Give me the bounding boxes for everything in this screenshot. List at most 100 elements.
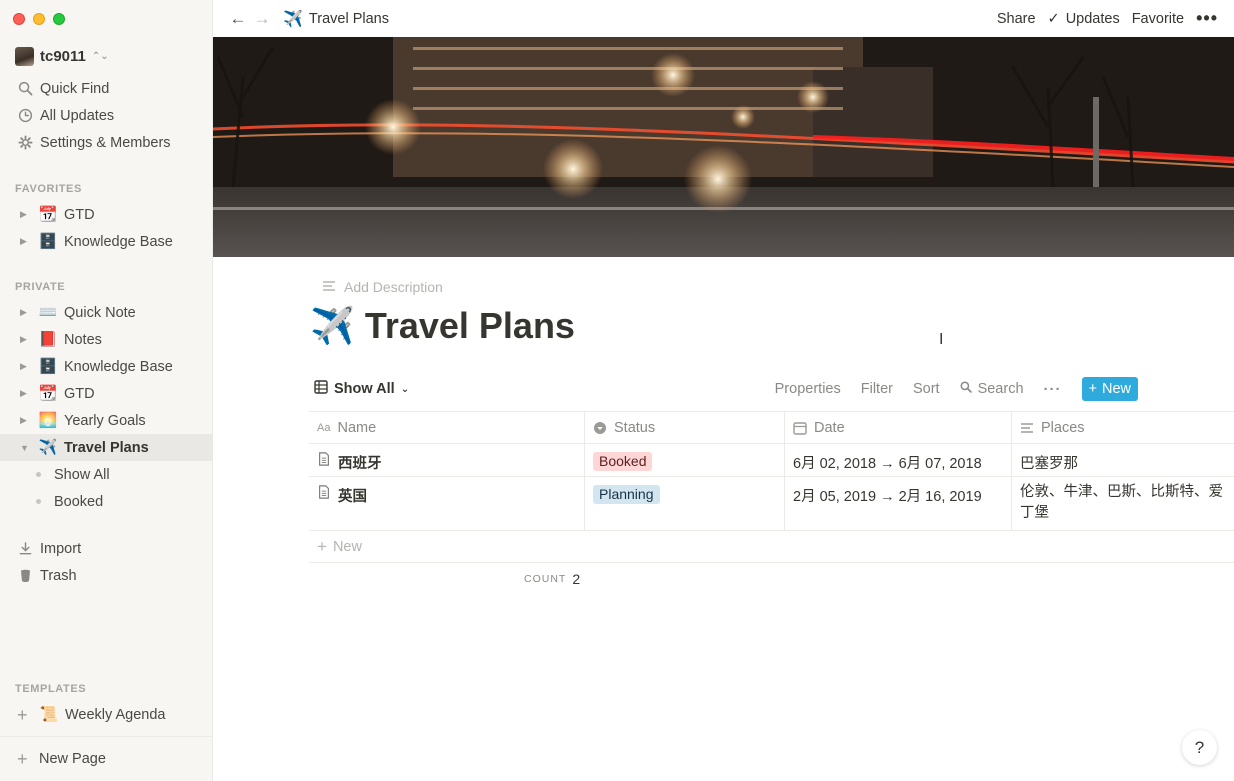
sidebar-subitem-show-all[interactable]: Show All	[0, 461, 213, 488]
settings-members-button[interactable]: Settings & Members	[0, 129, 213, 156]
search-label: Search	[977, 381, 1024, 397]
text-property-icon: Aa	[317, 421, 331, 434]
expand-triangle-icon[interactable]: ▶	[20, 415, 30, 426]
date-value: 2月 05, 2019 → 2月 16, 2019	[793, 489, 982, 505]
avatar	[15, 46, 34, 66]
sidebar-item-gtd[interactable]: ▶ 📆 GTD	[0, 380, 213, 407]
date-cell[interactable]: 2月 05, 2019 → 2月 16, 2019	[785, 477, 1012, 530]
table-row[interactable]: 英国 Planning 2月 05, 2019 → 2月 16, 2019 伦敦…	[309, 477, 1234, 531]
column-header-date[interactable]: Date	[785, 412, 1012, 443]
search-button[interactable]: Search	[960, 381, 1024, 397]
sidebar-item-label: Quick Note	[64, 304, 136, 321]
sidebar-item-quick-note[interactable]: ▶ ⌨️ Quick Note	[0, 299, 213, 326]
status-cell[interactable]: Planning	[585, 477, 785, 530]
collapse-triangle-icon[interactable]: ▼	[20, 443, 30, 453]
workspace-switcher[interactable]: tc9011 ⌃⌄	[15, 46, 109, 66]
count-summary[interactable]: COUNT 2	[524, 571, 580, 587]
trash-icon	[17, 568, 33, 584]
text-lines-icon	[1020, 421, 1034, 435]
expand-triangle-icon[interactable]: ▶	[20, 307, 30, 318]
share-button[interactable]: Share	[997, 11, 1036, 27]
places-value: 伦敦、牛津、巴斯、比斯特、爱丁堡	[1020, 484, 1223, 521]
sidebar-item-gtd-favorite[interactable]: ▶ 📆 GTD	[0, 201, 213, 228]
sidebar-item-label: Weekly Agenda	[65, 706, 166, 723]
airplane-icon[interactable]: ✈️	[310, 305, 355, 347]
zoom-window-button[interactable]	[53, 13, 65, 25]
trash-button[interactable]: Trash	[0, 562, 213, 589]
breadcrumb-title: Travel Plans	[308, 10, 389, 27]
add-description-button[interactable]: Add Description	[322, 279, 443, 295]
calendar-icon: 📆	[38, 385, 58, 402]
name-cell[interactable]: 西班牙	[309, 444, 585, 476]
calendar-icon: 📆	[38, 206, 58, 223]
sidebar-item-weekly-agenda[interactable]: + 📜 Weekly Agenda	[0, 701, 213, 728]
sidebar-item-label: GTD	[64, 206, 95, 223]
plus-icon[interactable]: +	[17, 706, 31, 724]
table-icon	[314, 380, 328, 398]
minimize-window-button[interactable]	[33, 13, 45, 25]
sidebar-item-yearly-goals[interactable]: ▶ 🌅 Yearly Goals	[0, 407, 213, 434]
bullet-icon	[36, 499, 41, 504]
forward-arrow-icon[interactable]: →	[251, 9, 273, 29]
sidebar-item-label: Quick Find	[40, 80, 110, 97]
more-options-button[interactable]: ···	[1044, 381, 1062, 398]
expand-triangle-icon[interactable]: ▶	[20, 334, 30, 345]
column-header-places[interactable]: Places	[1012, 412, 1234, 443]
favorite-button[interactable]: Favorite	[1132, 11, 1184, 27]
properties-button[interactable]: Properties	[775, 381, 841, 397]
workspace-name: tc9011	[40, 47, 86, 65]
page-title[interactable]: ✈️ Travel Plans	[310, 305, 575, 347]
airplane-icon: ✈️	[283, 10, 303, 28]
add-row-button[interactable]: + New	[309, 532, 1234, 563]
database-table: Aa Name Status Date Places 西班牙 Booked 6月…	[309, 411, 1234, 531]
sidebar-item-travel-plans[interactable]: ▼ ✈️ Travel Plans	[0, 434, 213, 461]
more-options-button[interactable]: •••	[1196, 8, 1218, 29]
help-button[interactable]: ?	[1182, 730, 1217, 765]
expand-triangle-icon[interactable]: ▶	[20, 388, 30, 399]
view-switcher[interactable]: Show All ⌄	[314, 380, 409, 398]
download-icon	[17, 541, 33, 557]
updates-button[interactable]: ✓ Updates	[1048, 11, 1120, 27]
sidebar-item-label: Show All	[54, 466, 110, 483]
sidebar-item-label: Booked	[54, 493, 104, 510]
new-record-button[interactable]: + New	[1081, 377, 1138, 401]
sidebar-item-notes[interactable]: ▶ 📕 Notes	[0, 326, 213, 353]
select-property-icon	[593, 421, 607, 435]
column-header-status[interactable]: Status	[585, 412, 785, 443]
date-cell[interactable]: 6月 02, 2018 → 6月 07, 2018	[785, 444, 1012, 476]
back-arrow-icon[interactable]: ←	[227, 9, 249, 29]
column-header-label: Status	[614, 419, 656, 436]
expand-triangle-icon[interactable]: ▶	[20, 236, 30, 247]
window-controls	[13, 13, 65, 25]
new-page-button[interactable]: + New Page	[0, 745, 213, 772]
page-title-text[interactable]: Travel Plans	[365, 305, 575, 347]
import-button[interactable]: Import	[0, 535, 213, 562]
page-cover-image[interactable]	[213, 37, 1234, 257]
breadcrumb[interactable]: ✈️ Travel Plans	[283, 9, 389, 29]
filter-button[interactable]: Filter	[861, 381, 893, 397]
topbar: ← → ✈️ Travel Plans Share ✓ Updates Favo…	[213, 0, 1234, 37]
expand-triangle-icon[interactable]: ▶	[20, 361, 30, 372]
sort-button[interactable]: Sort	[913, 381, 940, 397]
sidebar-item-knowledge-base[interactable]: ▶ 🗄️ Knowledge Base	[0, 353, 213, 380]
status-cell[interactable]: Booked	[585, 444, 785, 476]
plus-icon: +	[17, 748, 28, 769]
sunrise-icon: 🌅	[38, 412, 58, 429]
expand-triangle-icon[interactable]: ▶	[20, 209, 30, 220]
all-updates-button[interactable]: All Updates	[0, 102, 213, 129]
column-header-name[interactable]: Aa Name	[309, 412, 585, 443]
name-cell[interactable]: 英国	[309, 477, 585, 530]
places-cell[interactable]: 巴塞罗那	[1012, 444, 1234, 476]
quick-find-button[interactable]: Quick Find	[0, 75, 213, 102]
count-label: COUNT	[524, 573, 567, 585]
sidebar-item-knowledge-base-favorite[interactable]: ▶ 🗄️ Knowledge Base	[0, 228, 213, 255]
places-cell[interactable]: 伦敦、牛津、巴斯、比斯特、爱丁堡	[1012, 477, 1234, 530]
search-icon	[17, 81, 33, 97]
gear-icon	[17, 135, 33, 151]
close-window-button[interactable]	[13, 13, 25, 25]
table-row[interactable]: 西班牙 Booked 6月 02, 2018 → 6月 07, 2018 巴塞罗…	[309, 444, 1234, 477]
page-icon	[317, 452, 331, 466]
sidebar-subitem-booked[interactable]: Booked	[0, 488, 213, 515]
search-icon	[960, 381, 972, 397]
updates-label: Updates	[1065, 10, 1120, 27]
